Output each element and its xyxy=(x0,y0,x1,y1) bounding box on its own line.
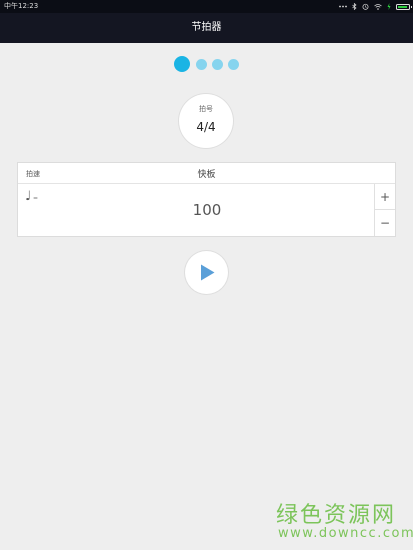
page-indicator xyxy=(0,56,413,72)
play-icon xyxy=(201,264,215,281)
page-dot-2[interactable] xyxy=(196,59,207,70)
page-dot-3[interactable] xyxy=(212,59,223,70)
tempo-increment-button[interactable]: + xyxy=(375,184,395,210)
charging-icon xyxy=(387,3,391,10)
watermark-title: 绿色资源网 xyxy=(276,503,397,528)
play-button[interactable] xyxy=(185,251,228,294)
time-signature-button[interactable]: 拍号 4/4 xyxy=(179,94,233,148)
battery-icon xyxy=(396,3,412,10)
status-icons xyxy=(339,0,412,13)
page-dot-1[interactable] xyxy=(174,56,190,72)
tempo-value[interactable]: 100 xyxy=(18,201,396,219)
more-icon xyxy=(339,5,347,8)
time-signature-value: 4/4 xyxy=(196,120,216,134)
alarm-icon xyxy=(362,3,369,10)
wifi-icon xyxy=(374,3,382,10)
title-bar: 节拍器 xyxy=(0,13,413,43)
tempo-decrement-button[interactable]: − xyxy=(375,210,395,236)
tempo-panel: 拍速 快板 ♩ = 100 + − xyxy=(17,162,396,237)
status-time: 中午12:23 xyxy=(4,2,39,10)
time-signature-label: 拍号 xyxy=(199,105,213,113)
page-title: 节拍器 xyxy=(191,22,222,33)
bluetooth-icon xyxy=(352,3,357,10)
status-bar: 中午12:23 xyxy=(0,0,413,13)
tempo-header: 拍速 快板 xyxy=(18,163,395,184)
watermark-url: www.downcc.com xyxy=(278,526,413,541)
tempo-stepper: + − xyxy=(374,184,395,236)
tempo-name: 快板 xyxy=(197,170,216,180)
page-dot-4[interactable] xyxy=(228,59,239,70)
